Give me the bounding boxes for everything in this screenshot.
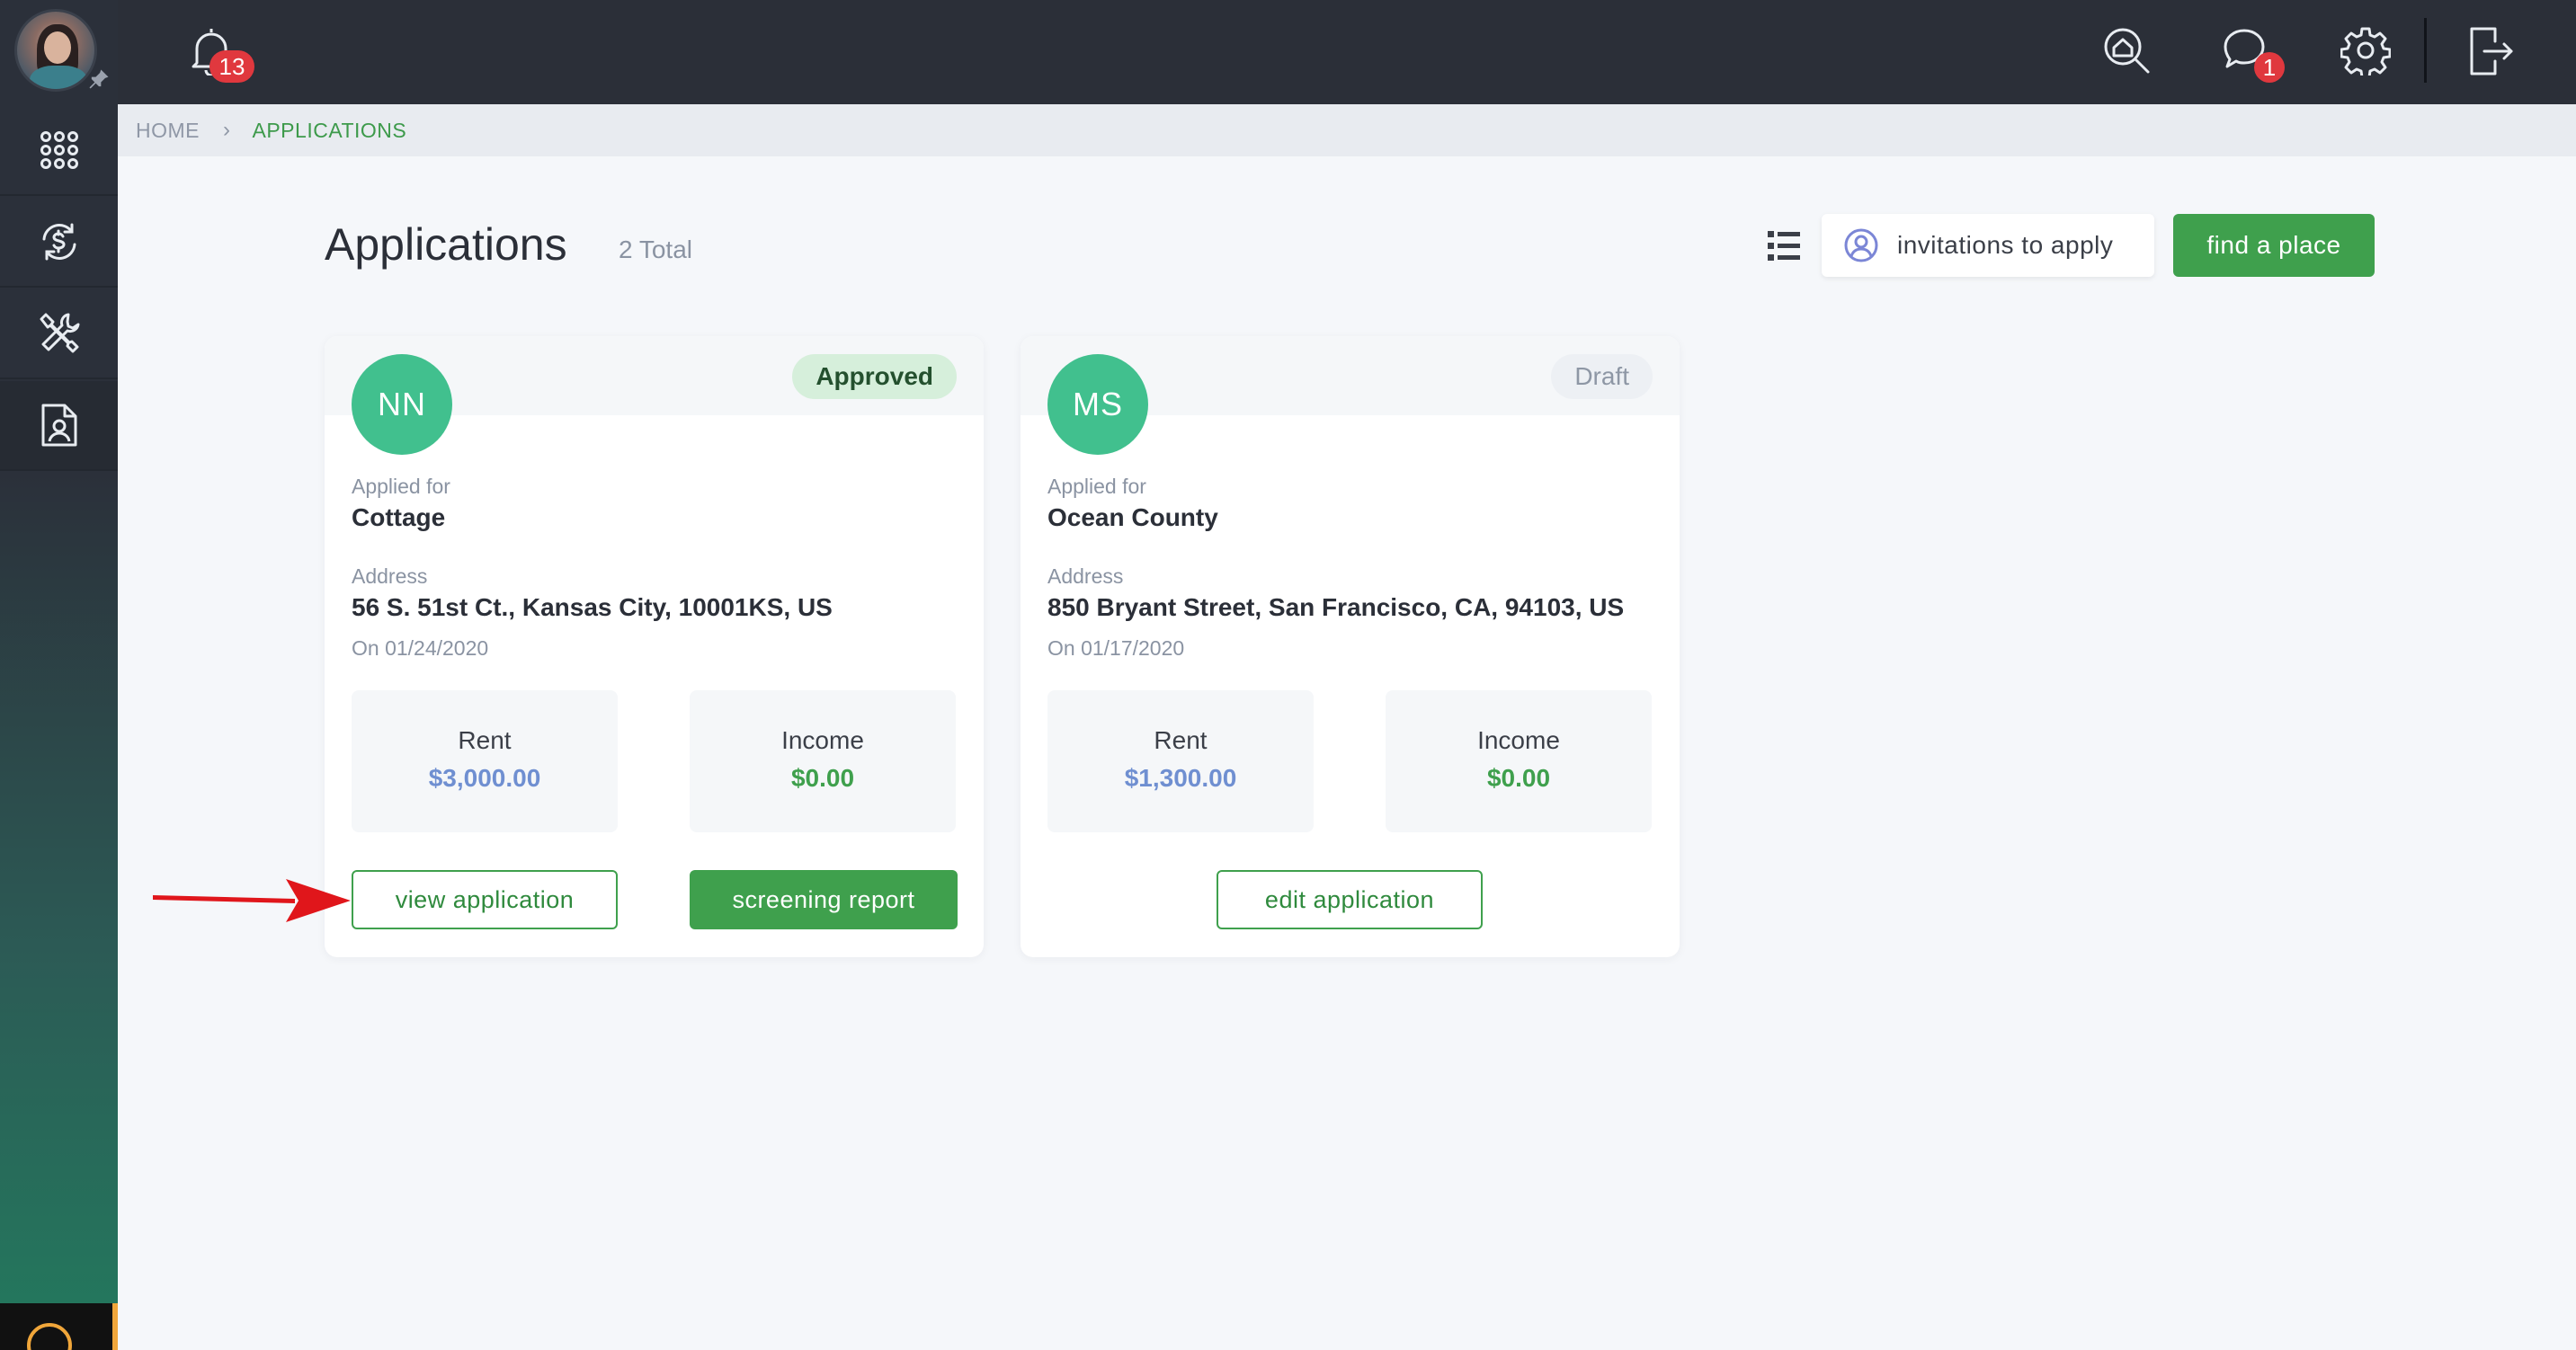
messages-button[interactable]: 1 — [2220, 25, 2285, 83]
list-view-toggle[interactable] — [1768, 230, 1800, 267]
logout-icon — [2470, 27, 2513, 75]
notifications-button[interactable]: 13 — [188, 25, 254, 83]
income-stat: Income $0.00 — [690, 690, 956, 832]
invitations-to-apply-button[interactable]: invitations to apply — [1822, 214, 2154, 277]
gear-icon — [2340, 27, 2392, 79]
user-circle-icon — [1844, 228, 1878, 262]
find-a-place-button[interactable]: find a place — [2173, 214, 2375, 277]
breadcrumb: HOME › APPLICATIONS — [118, 104, 2576, 156]
rent-value: $3,000.00 — [428, 764, 541, 792]
applications-document-icon — [41, 404, 76, 447]
page-title: Applications — [325, 219, 567, 270]
notifications-count-badge: 13 — [209, 50, 254, 83]
sidebar-item-dashboard[interactable] — [0, 106, 118, 196]
maintenance-tools-icon — [40, 313, 79, 353]
screening-report-button[interactable]: screening report — [690, 870, 958, 929]
rent-value: $1,300.00 — [1124, 764, 1237, 792]
chevron-right-icon: › — [223, 118, 231, 142]
topbar-divider — [2424, 18, 2427, 83]
sidebar-item-maintenance[interactable] — [0, 289, 118, 379]
sidebar-item-payments[interactable] — [0, 198, 118, 288]
sidebar-item-applications[interactable] — [0, 381, 118, 471]
income-label: Income — [781, 726, 864, 754]
view-application-button[interactable]: view application — [352, 870, 618, 929]
messages-count-badge: 1 — [2254, 52, 2285, 83]
breadcrumb-home[interactable]: HOME — [136, 119, 200, 143]
user-avatar[interactable] — [14, 9, 97, 92]
annotation-arrow-icon — [153, 879, 351, 922]
rent-label: Rent — [1154, 726, 1208, 754]
breadcrumb-current: APPLICATIONS — [252, 118, 407, 142]
rent-label: Rent — [458, 726, 512, 754]
address-value: 850 Bryant Street, San Francisco, CA, 94… — [1047, 593, 1625, 621]
payments-cycle-icon — [42, 223, 76, 261]
applied-for-label: Applied for — [352, 475, 450, 498]
invitations-to-apply-label: invitations to apply — [1897, 231, 2114, 259]
rent-stat: Rent $3,000.00 — [352, 690, 618, 832]
settings-button[interactable] — [2340, 25, 2392, 80]
logout-button[interactable] — [2468, 25, 2513, 82]
address-value: 56 S. 51st Ct., Kansas City, 10001KS, US — [352, 593, 833, 621]
income-value: $0.00 — [1486, 764, 1551, 792]
edit-application-button[interactable]: edit application — [1217, 870, 1483, 929]
application-card: NN Approved Applied for Cottage Address … — [325, 336, 984, 957]
application-card: MS Draft Applied for Ocean County Addres… — [1021, 336, 1680, 957]
income-value: $0.00 — [790, 764, 855, 792]
applied-for-label: Applied for — [1047, 475, 1146, 498]
applicant-initials-avatar: MS — [1047, 354, 1148, 455]
application-date: On 01/17/2020 — [1047, 636, 1185, 660]
sidebar-bottom-widget[interactable] — [0, 1303, 118, 1350]
applicant-initials-avatar: NN — [352, 354, 452, 455]
apps-grid-icon — [40, 131, 78, 169]
total-count: 2 Total — [619, 235, 692, 263]
rent-stat: Rent $1,300.00 — [1047, 690, 1314, 832]
top-bar: 13 1 — [118, 0, 2576, 104]
application-date: On 01/24/2020 — [352, 636, 489, 660]
pin-icon[interactable] — [86, 67, 111, 92]
status-badge: Draft — [1551, 354, 1653, 399]
address-label: Address — [1047, 564, 1124, 588]
income-label: Income — [1477, 726, 1560, 754]
sidebar — [0, 0, 118, 1350]
income-stat: Income $0.00 — [1386, 690, 1652, 832]
address-label: Address — [352, 564, 428, 588]
home-search-icon — [2104, 28, 2150, 74]
applied-for-value: Ocean County — [1047, 503, 1218, 531]
search-homes-button[interactable] — [2101, 25, 2152, 80]
list-view-icon — [1768, 231, 1800, 261]
status-badge: Approved — [792, 354, 957, 399]
applied-for-value: Cottage — [352, 503, 446, 531]
